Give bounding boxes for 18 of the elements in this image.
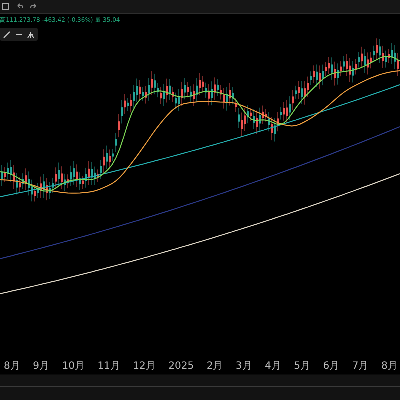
time-axis-label: 2025 (168, 361, 194, 373)
time-axis-label: 8月 (4, 361, 20, 373)
time-axis-label: 5月 (294, 361, 311, 373)
redo-icon[interactable] (30, 2, 38, 10)
square-icon[interactable] (2, 2, 10, 10)
time-axis-label: 12月 (133, 361, 156, 373)
time-axis-label: 11月 (98, 361, 120, 373)
undo-icon[interactable] (16, 2, 24, 10)
time-axis-label: 10月 (62, 361, 85, 373)
time-axis-label: 8月 (381, 361, 398, 373)
time-axis-label: 7月 (352, 361, 369, 373)
time-axis-label: 2月 (206, 361, 224, 373)
time-axis-label: 4月 (265, 361, 282, 373)
time-axis-label: 3月 (236, 361, 252, 373)
figure-icon[interactable] (27, 30, 35, 38)
line-icon[interactable] (3, 30, 11, 38)
time-axis-label: 9月 (33, 361, 50, 373)
time-axis-label: 6月 (323, 361, 340, 373)
